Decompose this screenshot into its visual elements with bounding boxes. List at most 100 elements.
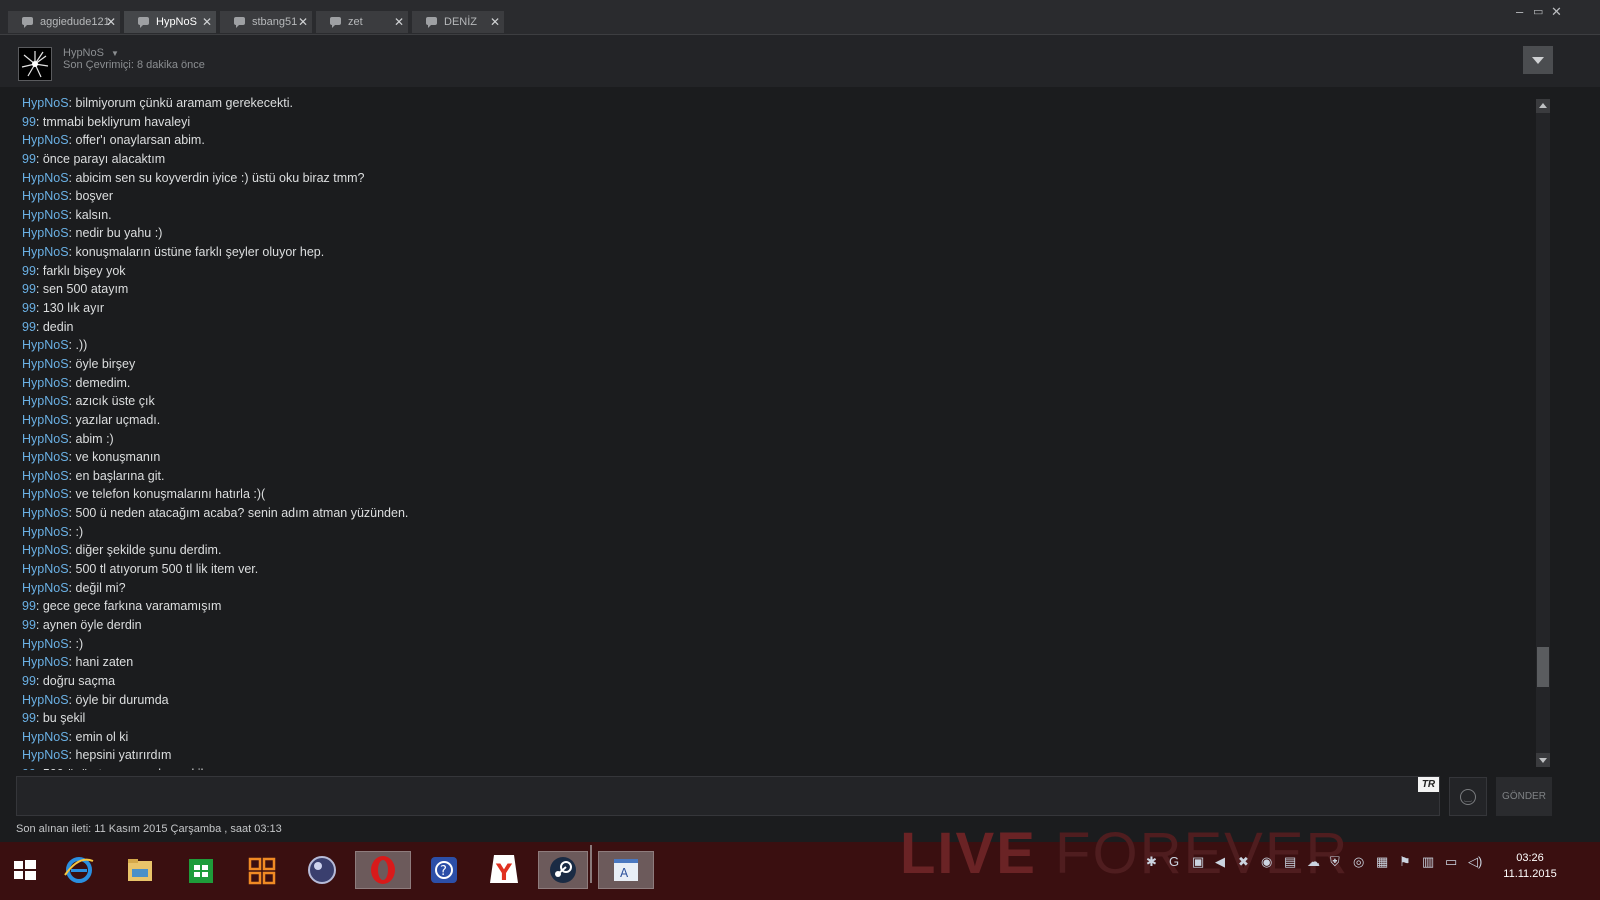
message-sender[interactable]: HypNoS (22, 394, 69, 408)
bluetooth-icon[interactable]: ✱ (1146, 854, 1157, 870)
message-sender[interactable]: HypNoS (22, 543, 69, 557)
message-sender[interactable]: HypNoS (22, 581, 69, 595)
g-icon[interactable]: G (1169, 854, 1179, 869)
message-sender[interactable]: HypNoS (22, 730, 69, 744)
message-sender[interactable]: HypNoS (22, 748, 69, 762)
message-sender[interactable]: HypNoS (22, 637, 69, 651)
steam-icon[interactable] (538, 851, 588, 889)
tab-hypnos[interactable]: HypNoS ✕ (124, 11, 216, 33)
clock-time: 03:26 (1516, 852, 1544, 864)
close-icon[interactable]: ✕ (106, 11, 116, 33)
tab-zet[interactable]: zet ✕ (316, 11, 408, 33)
chat-message: 99: sen 500 atayım (22, 280, 1522, 299)
message-sender[interactable]: HypNoS (22, 432, 69, 446)
message-sender[interactable]: 99 (22, 767, 36, 770)
network-app-icon[interactable]: ▤ (1284, 854, 1296, 870)
message-sender[interactable]: HypNoS (22, 506, 69, 520)
message-sender[interactable]: 99 (22, 320, 36, 334)
chat-message: HypNoS: hepsini yatırırdım (22, 746, 1522, 765)
avatar[interactable] (18, 47, 52, 81)
message-sender[interactable]: HypNoS (22, 226, 69, 240)
message-sender[interactable]: 99 (22, 301, 36, 315)
message-sender[interactable]: 99 (22, 115, 36, 129)
chat-message: 99: dedin (22, 318, 1522, 337)
message-sender[interactable]: 99 (22, 711, 36, 725)
monitor-icon[interactable]: ▭ (1445, 854, 1457, 870)
close-icon[interactable]: ✕ (298, 11, 308, 33)
shield-icon[interactable]: ⛨ (1330, 854, 1340, 870)
paint-icon[interactable]: A (598, 851, 654, 889)
message-separator: : (35, 114, 43, 129)
message-separator: : (68, 655, 76, 670)
message-text: bu şekil (42, 711, 86, 726)
chrome-icon[interactable]: ◉ (1261, 854, 1272, 870)
minimize-button[interactable]: – (1516, 4, 1523, 19)
message-sender[interactable]: HypNoS (22, 338, 69, 352)
close-icon[interactable]: ✕ (202, 11, 212, 33)
message-sender[interactable]: 99 (22, 282, 36, 296)
tab-aggiedude121[interactable]: aggiedude121 ✕ (8, 11, 120, 33)
chat-message: HypNoS: .)) (22, 336, 1522, 355)
tab-stbang51[interactable]: stbang51 ✕ (220, 11, 312, 33)
emoticon-button[interactable]: ‿ (1449, 777, 1487, 816)
message-sender[interactable]: HypNoS (22, 189, 69, 203)
message-sender[interactable]: HypNoS (22, 133, 69, 147)
message-sender[interactable]: HypNoS (22, 376, 69, 390)
message-sender[interactable]: HypNoS (22, 171, 69, 185)
explorer-icon[interactable] (120, 851, 160, 889)
message-sender[interactable]: HypNoS (22, 525, 69, 539)
message-sender[interactable]: HypNoS (22, 208, 69, 222)
app-tray-icon[interactable]: ▦ (1376, 854, 1388, 870)
apps-icon[interactable] (242, 851, 282, 889)
steam-tray-icon[interactable]: ◎ (1353, 854, 1364, 870)
volume-mute-icon[interactable]: ◀ (1215, 854, 1225, 870)
chat-scrollbar[interactable] (1536, 99, 1550, 767)
tab-deniz[interactable]: DENİZ ✕ (412, 11, 504, 33)
chat-message: HypNoS: abicim sen su koyverdin iyice :)… (22, 169, 1522, 188)
scroll-down-icon[interactable] (1536, 753, 1550, 767)
clock[interactable]: 03:26 11.11.2015 (1496, 850, 1564, 882)
yandex-icon[interactable]: Y (484, 851, 524, 889)
message-input[interactable] (16, 776, 1440, 816)
close-icon[interactable]: ✕ (394, 11, 404, 33)
message-sender[interactable]: 99 (22, 618, 36, 632)
message-sender[interactable]: HypNoS (22, 413, 69, 427)
message-sender[interactable]: HypNoS (22, 245, 69, 259)
message-sender[interactable]: HypNoS (22, 655, 69, 669)
message-text: aynen öyle derdin (42, 617, 142, 632)
message-sender[interactable]: 99 (22, 674, 36, 688)
scroll-thumb[interactable] (1537, 647, 1549, 687)
help-icon[interactable]: ? (424, 851, 464, 889)
message-separator: : (68, 338, 76, 353)
maximize-button[interactable]: ▭ (1533, 5, 1543, 18)
nvidia-icon[interactable]: ▣ (1192, 854, 1204, 870)
speaker-icon[interactable]: ◁) (1468, 854, 1482, 870)
scroll-up-icon[interactable] (1536, 99, 1550, 113)
message-sender[interactable]: HypNoS (22, 469, 69, 483)
store-icon[interactable] (181, 851, 221, 889)
close-badge-icon[interactable]: ✖ (1238, 854, 1249, 870)
message-sender[interactable]: HypNoS (22, 96, 69, 110)
cloud-icon[interactable]: ☁ (1307, 854, 1320, 870)
message-sender[interactable]: 99 (22, 264, 36, 278)
message-sender[interactable]: HypNoS (22, 450, 69, 464)
send-button[interactable]: GÖNDER (1496, 777, 1552, 816)
message-sender[interactable]: HypNoS (22, 562, 69, 576)
message-sender[interactable]: 99 (22, 152, 36, 166)
close-window-button[interactable]: ✕ (1551, 4, 1562, 20)
friend-name[interactable]: HypNoS ▼ (63, 47, 119, 59)
browser-icon[interactable] (302, 851, 342, 889)
message-sender[interactable]: HypNoS (22, 693, 69, 707)
opera-icon[interactable] (355, 851, 411, 889)
battery-icon[interactable]: ▥ (1422, 854, 1434, 870)
chat-message: HypNoS: boşver (22, 187, 1522, 206)
ie-icon[interactable] (59, 851, 99, 889)
close-icon[interactable]: ✕ (490, 11, 500, 33)
message-sender[interactable]: 99 (22, 599, 36, 613)
flag-icon[interactable]: ⚑ (1399, 854, 1411, 870)
message-sender[interactable]: HypNoS (22, 487, 69, 501)
message-sender[interactable]: HypNoS (22, 357, 69, 371)
windows-icon[interactable] (4, 851, 44, 889)
chat-bubble-icon (138, 17, 149, 28)
options-dropdown-button[interactable] (1523, 46, 1553, 74)
